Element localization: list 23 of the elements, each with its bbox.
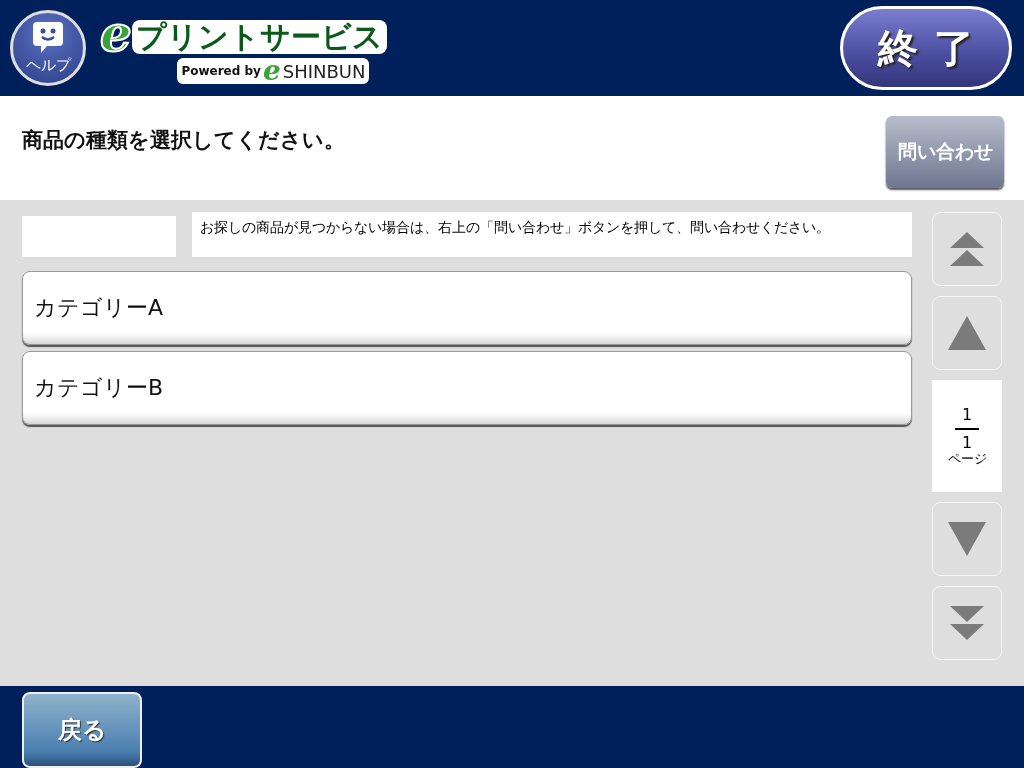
prompt-text: 商品の種類を選択してください。 — [22, 127, 345, 154]
brand-name: SHINBUN — [282, 60, 366, 82]
brand-mark: e — [262, 58, 281, 84]
exit-button[interactable]: 終了 — [840, 6, 1012, 90]
up-arrow-icon — [948, 314, 986, 352]
page-next-button[interactable] — [932, 502, 1002, 576]
chat-face-icon — [33, 21, 63, 54]
powered-by-text: Powered by — [181, 64, 261, 78]
category-button[interactable]: カテゴリーB — [22, 351, 912, 425]
page-last-button[interactable] — [932, 586, 1002, 660]
total-pages: 1 — [961, 434, 973, 452]
page-first-button[interactable] — [932, 212, 1002, 286]
notice-text: お探しの商品が見つからない場合は、右上の「問い合わせ」ボタンを押して、問い合わせください。 — [192, 212, 912, 257]
current-page: 1 — [961, 406, 973, 424]
double-down-arrow-icon — [948, 604, 986, 642]
double-up-arrow-icon — [948, 230, 986, 268]
help-button[interactable]: ヘルプ — [10, 10, 86, 86]
page-prev-button[interactable] — [932, 296, 1002, 370]
page-unit: ページ — [947, 452, 987, 466]
logo-title: プリントサービス — [131, 20, 387, 54]
logo-mark: e — [100, 12, 132, 56]
category-button[interactable]: カテゴリーA — [22, 271, 912, 345]
down-arrow-icon — [948, 520, 986, 558]
